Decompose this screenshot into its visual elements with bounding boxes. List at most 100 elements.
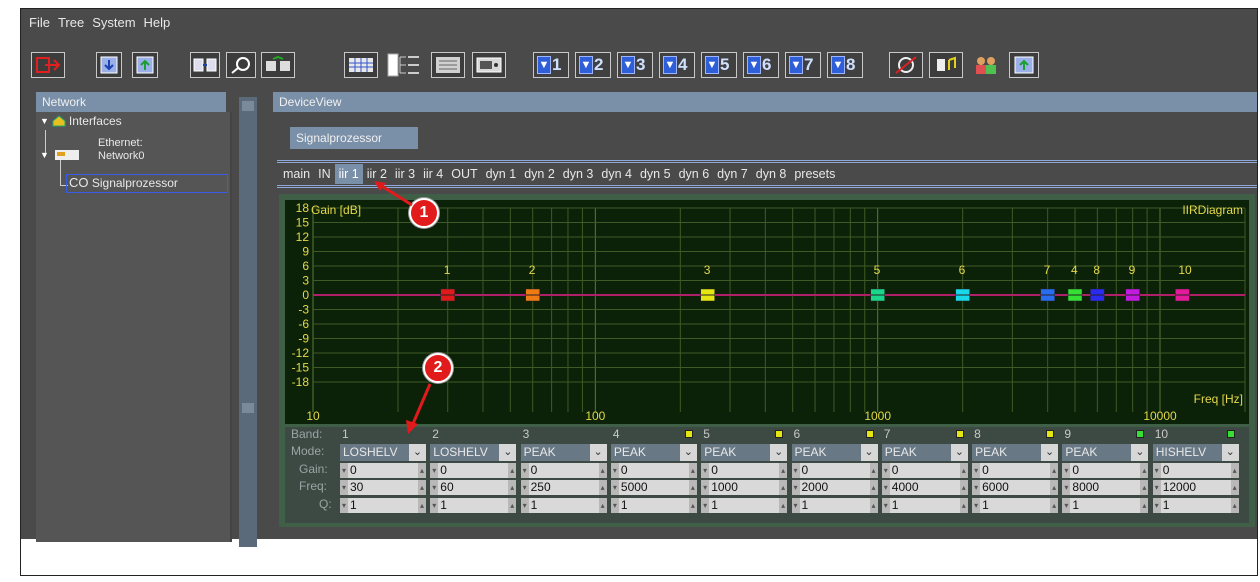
decrement-icon[interactable]: ▾ <box>430 480 439 495</box>
decrement-icon[interactable]: ▾ <box>972 480 981 495</box>
decrement-icon[interactable]: ▾ <box>340 463 348 478</box>
menu-help[interactable]: Help <box>144 15 171 30</box>
band-gain-input[interactable]: ▾ 0 ▴ <box>972 463 1059 478</box>
chevron-down-icon[interactable]: ⌄ <box>860 444 878 461</box>
tab-iir-1[interactable]: iir 1 <box>334 164 363 184</box>
decrement-icon[interactable]: ▾ <box>791 480 800 495</box>
band-mode-select[interactable]: PEAK ⌄ <box>610 444 697 461</box>
increment-icon[interactable]: ▴ <box>598 463 607 478</box>
splitter-handle[interactable] <box>242 403 254 413</box>
band-freq-input[interactable]: ▾ 250 ▴ <box>520 480 607 495</box>
band-freq-input[interactable]: ▾ 6000 ▴ <box>972 480 1059 495</box>
chevron-down-icon[interactable]: ⌄ <box>1041 444 1059 461</box>
band-gain-input[interactable]: ▾ 0 ▴ <box>701 463 788 478</box>
chevron-down-icon[interactable]: ⌄ <box>589 444 607 461</box>
increment-icon[interactable]: ▴ <box>598 480 607 495</box>
increment-icon[interactable]: ▴ <box>1230 498 1239 513</box>
upload-button[interactable] <box>132 52 158 78</box>
decrement-icon[interactable]: ▾ <box>520 498 529 513</box>
preset-4-button[interactable]: ▼ 4 <box>659 52 695 78</box>
increment-icon[interactable]: ▴ <box>1050 498 1059 513</box>
band-gain-input[interactable]: ▾ 0 ▴ <box>520 463 607 478</box>
menu-system[interactable]: System <box>92 15 135 30</box>
band-freq-input[interactable]: ▾ 5000 ▴ <box>610 480 697 495</box>
decrement-icon[interactable]: ▾ <box>430 498 439 513</box>
band-mode-select[interactable]: LOSHELV ⌄ <box>340 444 426 461</box>
band-q-input[interactable]: ▾ 1 ▴ <box>430 498 517 513</box>
increment-icon[interactable]: ▴ <box>959 498 968 513</box>
tab-in[interactable]: IN <box>314 164 335 184</box>
decrement-icon[interactable]: ▾ <box>610 498 619 513</box>
tree-view-button[interactable] <box>383 52 423 78</box>
band-gain-input[interactable]: ▾ 0 ▴ <box>610 463 697 478</box>
increment-icon[interactable]: ▴ <box>598 498 607 513</box>
chevron-down-icon[interactable]: ⌄ <box>1221 444 1239 461</box>
band-freq-input[interactable]: ▾ 60 ▴ <box>430 480 517 495</box>
preset-6-button[interactable]: ▼ 6 <box>743 52 779 78</box>
band-gain-input[interactable]: ▾ 0 ▴ <box>1062 463 1149 478</box>
band-freq-input[interactable]: ▾ 8000 ▴ <box>1062 480 1149 495</box>
increment-icon[interactable]: ▴ <box>1140 498 1149 513</box>
tree-expand-icon[interactable]: ▼ <box>40 150 49 160</box>
increment-icon[interactable]: ▴ <box>1050 463 1059 478</box>
chevron-down-icon[interactable]: ⌄ <box>409 444 426 461</box>
increment-icon[interactable]: ▴ <box>779 480 788 495</box>
band-mode-select[interactable]: PEAK ⌄ <box>701 444 788 461</box>
increment-icon[interactable]: ▴ <box>418 463 426 478</box>
preset-8-button[interactable]: ▼ 8 <box>827 52 863 78</box>
chevron-down-icon[interactable]: ⌄ <box>1131 444 1149 461</box>
chevron-down-icon[interactable]: ⌄ <box>679 444 697 461</box>
band-q-input[interactable]: ▾ 1 ▴ <box>881 498 968 513</box>
decrement-icon[interactable]: ▾ <box>701 480 710 495</box>
tab-signalprozessor[interactable]: Signalprozessor <box>290 127 418 149</box>
decrement-icon[interactable]: ▾ <box>881 498 890 513</box>
decrement-icon[interactable]: ▾ <box>972 498 981 513</box>
tree-expand-icon[interactable]: ▼ <box>40 116 49 126</box>
band-gain-input[interactable]: ▾ 0 ▴ <box>340 463 426 478</box>
decrement-icon[interactable]: ▾ <box>1062 463 1071 478</box>
band-freq-input[interactable]: ▾ 1000 ▴ <box>701 480 788 495</box>
decrement-icon[interactable]: ▾ <box>430 463 439 478</box>
band-mode-select[interactable]: HISHELV ⌄ <box>1152 444 1239 461</box>
mute-button[interactable] <box>889 52 923 78</box>
tab-dyn-7[interactable]: dyn 7 <box>713 164 752 184</box>
search-device-button[interactable] <box>226 52 256 78</box>
decrement-icon[interactable]: ▾ <box>881 480 890 495</box>
grid-view-button[interactable] <box>344 52 378 78</box>
increment-icon[interactable]: ▴ <box>688 480 697 495</box>
increment-icon[interactable]: ▴ <box>418 480 426 495</box>
increment-icon[interactable]: ▴ <box>508 463 517 478</box>
decrement-icon[interactable]: ▾ <box>1152 480 1161 495</box>
band-freq-input[interactable]: ▾ 12000 ▴ <box>1152 480 1239 495</box>
increment-icon[interactable]: ▴ <box>1230 480 1239 495</box>
decrement-icon[interactable]: ▾ <box>701 498 710 513</box>
band-q-input[interactable]: ▾ 1 ▴ <box>520 498 607 513</box>
band-freq-input[interactable]: ▾ 30 ▴ <box>340 480 426 495</box>
tab-dyn-3[interactable]: dyn 3 <box>559 164 598 184</box>
decrement-icon[interactable]: ▾ <box>1062 480 1071 495</box>
device-button[interactable] <box>472 52 506 78</box>
increment-icon[interactable]: ▴ <box>1050 480 1059 495</box>
collapse-icon[interactable] <box>242 101 254 111</box>
menu-file[interactable]: File <box>29 15 50 30</box>
decrement-icon[interactable]: ▾ <box>701 463 710 478</box>
band-q-input[interactable]: ▾ 1 ▴ <box>791 498 878 513</box>
band-freq-input[interactable]: ▾ 4000 ▴ <box>881 480 968 495</box>
band-q-input[interactable]: ▾ 1 ▴ <box>340 498 426 513</box>
preset-7-button[interactable]: ▼ 7 <box>785 52 821 78</box>
increment-icon[interactable]: ▴ <box>1140 480 1149 495</box>
band-mode-select[interactable]: LOSHELV ⌄ <box>430 444 517 461</box>
upload-device-button[interactable] <box>1009 52 1039 78</box>
decrement-icon[interactable]: ▾ <box>1062 498 1071 513</box>
decrement-icon[interactable]: ▾ <box>1152 463 1161 478</box>
audio-button[interactable] <box>929 52 963 78</box>
band-mode-select[interactable]: PEAK ⌄ <box>1062 444 1149 461</box>
increment-icon[interactable]: ▴ <box>779 463 788 478</box>
preset-1-button[interactable]: ▼ 1 <box>533 52 569 78</box>
users-button[interactable] <box>969 52 1003 78</box>
increment-icon[interactable]: ▴ <box>869 480 878 495</box>
increment-icon[interactable]: ▴ <box>779 498 788 513</box>
preset-3-button[interactable]: ▼ 3 <box>617 52 653 78</box>
decrement-icon[interactable]: ▾ <box>340 480 348 495</box>
exit-button[interactable] <box>31 52 65 78</box>
